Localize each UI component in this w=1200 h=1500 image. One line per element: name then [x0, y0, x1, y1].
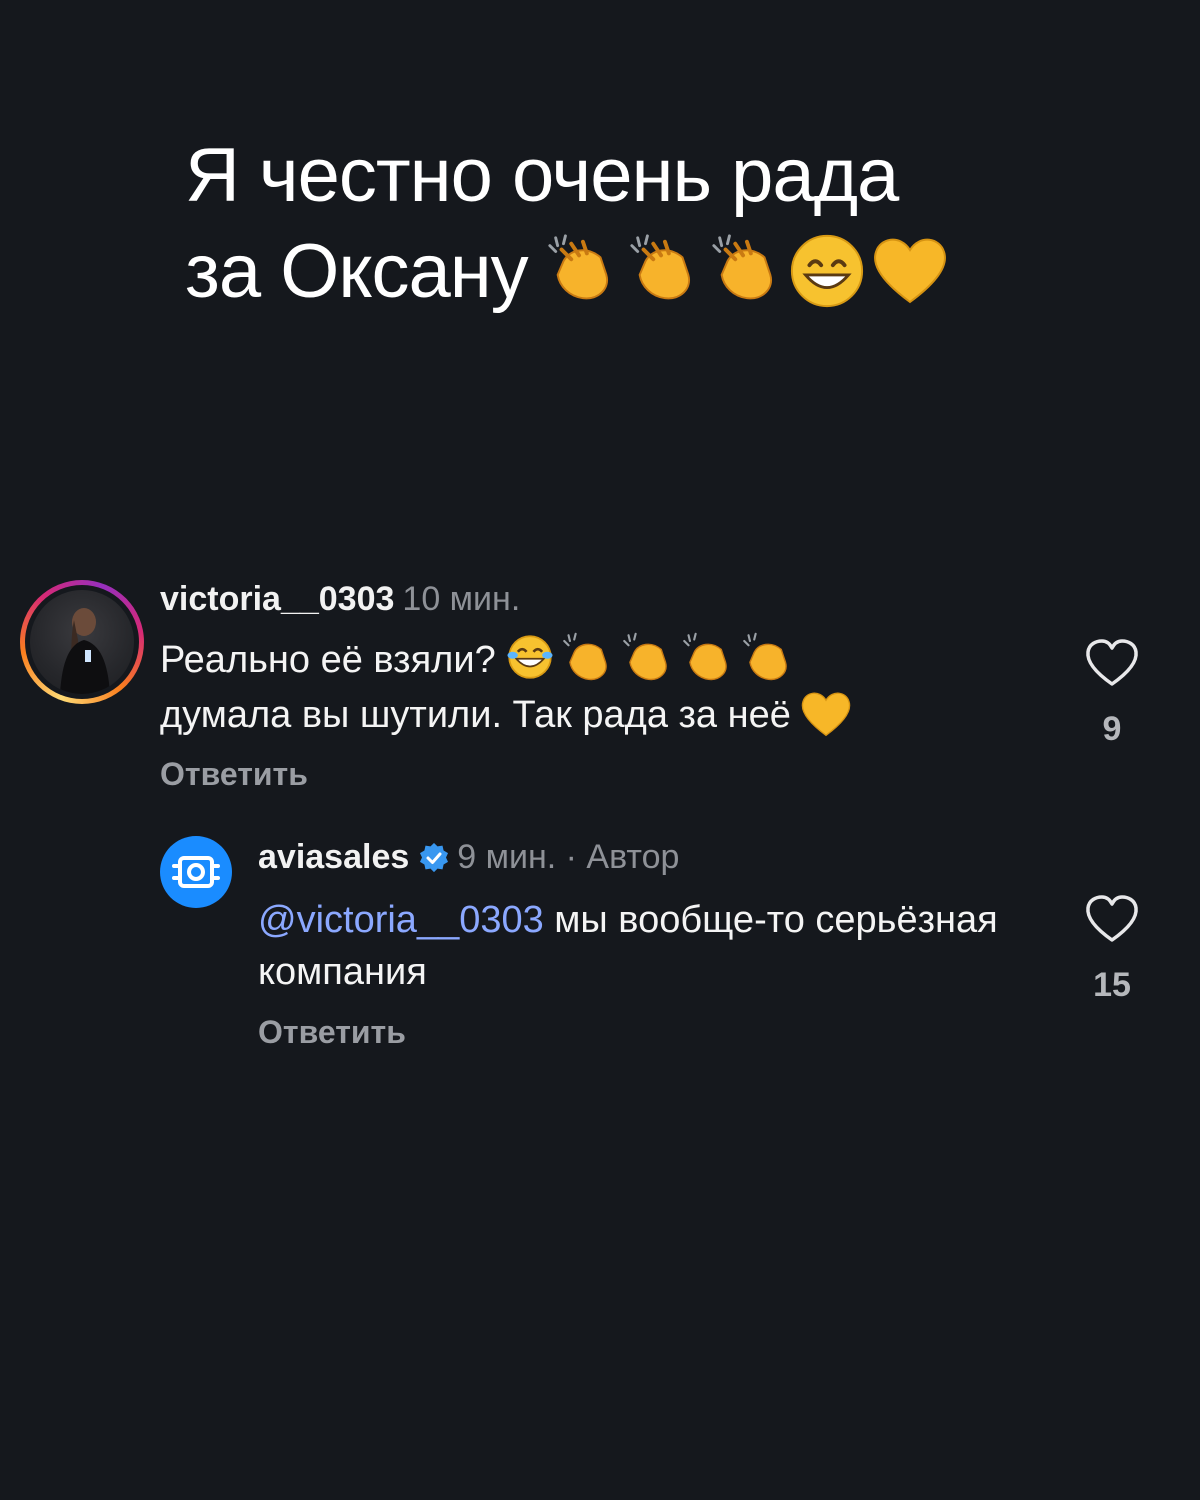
clap-icon — [548, 234, 608, 300]
headline-line-1: Я честно очень рада — [185, 133, 899, 218]
reply-button[interactable]: Ответить — [258, 1014, 406, 1051]
clap-icon — [622, 632, 667, 681]
comment-text: @victoria__0303 мы вообще-то серьёзная к… — [258, 894, 1018, 998]
heart-outline-icon[interactable] — [1084, 638, 1140, 688]
grin-icon — [790, 234, 863, 307]
mention-link[interactable]: @victoria__0303 — [258, 899, 544, 941]
comment-emojis — [799, 688, 853, 738]
yellow-heart-icon — [873, 238, 946, 304]
like-control[interactable]: 15 — [1080, 894, 1144, 1005]
aviasales-logo-icon — [172, 856, 220, 888]
comment-text-part: Реально её взяли? — [160, 639, 496, 681]
heart-outline-icon[interactable] — [1084, 894, 1140, 944]
headline-line-2: за Оксану — [185, 224, 1085, 320]
username[interactable]: victoria__0303 — [160, 580, 394, 619]
comment-meta: aviasales 9 мин. · Автор — [258, 838, 679, 877]
comment-reply: aviasales 9 мин. · Автор @victoria__0303… — [0, 832, 1200, 1062]
reply-button[interactable]: Ответить — [160, 756, 308, 793]
laugh-cry-icon — [507, 635, 553, 679]
comment-emojis — [504, 631, 796, 685]
avatar[interactable] — [20, 580, 144, 704]
comment-text: Реально её взяли? думала вы шутили. Так … — [160, 631, 1020, 742]
clap-icon — [712, 234, 772, 300]
headline: Я честно очень рада за Оксану — [185, 128, 1085, 320]
comment-meta: victoria__0303 10 мин. — [160, 580, 520, 619]
headline-emojis — [542, 232, 950, 310]
person-silhouette-icon — [60, 608, 110, 694]
avatar[interactable] — [160, 836, 232, 908]
comment-text-part: думала вы шутили. Так рада за неё — [160, 693, 791, 736]
clap-icon — [682, 632, 727, 681]
comment: victoria__0303 10 мин. Реально её взяли? — [0, 576, 1200, 806]
avatar-photo — [30, 590, 134, 694]
like-count: 15 — [1093, 966, 1131, 1004]
clap-icon — [630, 234, 690, 300]
verified-badge-icon — [420, 842, 449, 872]
like-count: 9 — [1102, 710, 1122, 748]
comment-text-line-1: Реально её взяли? — [160, 631, 1020, 689]
timestamp: 9 мин. · Автор — [457, 838, 680, 876]
headline-line-2-text: за Оксану — [185, 229, 529, 314]
username[interactable]: aviasales — [258, 838, 409, 877]
clap-icon — [742, 632, 787, 681]
yellow-heart-icon — [801, 692, 851, 737]
clap-icon — [562, 632, 607, 681]
like-control[interactable]: 9 — [1080, 638, 1144, 749]
comment-text-line-2: думала вы шутили. Так рада за неё — [160, 689, 1020, 742]
timestamp: 10 мин. — [402, 580, 521, 618]
